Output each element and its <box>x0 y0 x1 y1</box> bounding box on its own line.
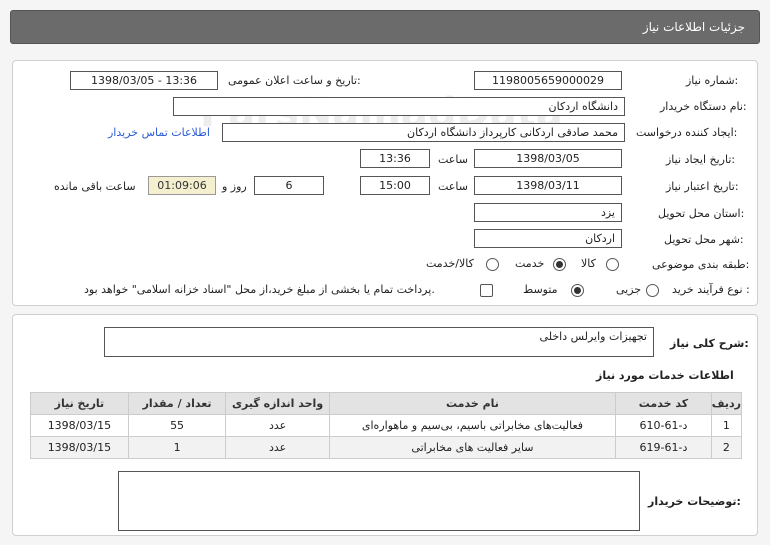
cell-row: 2 <box>710 436 743 459</box>
col-unit: واحد اندازه گیری <box>225 392 330 415</box>
province-field: یزد <box>474 203 622 222</box>
buyer-org-label: نام دستگاه خریدار: <box>660 100 747 113</box>
category-label: طبقه بندی موضوعی: <box>652 258 750 271</box>
category-goods-service-label: کالا/خدمت <box>426 257 474 270</box>
page-title: جزئیات اطلاعات نیاز <box>642 20 745 34</box>
created-date-label: تاریخ ایجاد نیاز: <box>666 153 736 166</box>
days-field: 6 <box>254 176 324 195</box>
summary-label: شرح کلی نیاز: <box>670 337 749 350</box>
process-partial-label: جزیی <box>616 283 642 296</box>
cell-quantity: 1 <box>127 436 227 459</box>
city-field: اردکان <box>474 229 622 248</box>
cell-service-name: فعالیت‌های مخابراتی باسیم، بی‌سیم و ماهو… <box>328 414 617 437</box>
validity-date-label: تاریخ اعتبار نیاز: <box>666 180 739 193</box>
remaining-time-field: 01:09:06 <box>148 176 216 195</box>
cell-need-date: 1398/03/15 <box>30 414 129 437</box>
days-label: روز و <box>222 180 247 193</box>
validity-hour-label: ساعت <box>438 180 468 193</box>
col-quantity: تعداد / مقدار <box>127 392 227 415</box>
process-medium-radio[interactable] <box>571 284 584 297</box>
validity-time-field: 15:00 <box>360 176 430 195</box>
category-service-radio[interactable] <box>553 258 566 271</box>
treasury-payment-checkbox[interactable] <box>480 284 493 297</box>
treasury-payment-note: پرداخت تمام یا بخشی از مبلغ خرید،از محل … <box>84 283 435 296</box>
cell-service-code: د-61-619 <box>615 436 712 459</box>
cell-unit: عدد <box>225 436 330 459</box>
remaining-label: ساعت باقی مانده <box>54 180 136 193</box>
created-hour-label: ساعت <box>438 153 468 166</box>
requester-label: ایجاد کننده درخواست: <box>636 126 738 139</box>
buyer-contact-link[interactable]: اطلاعات تماس خریدار <box>108 126 210 139</box>
col-row: ردیف <box>710 392 743 415</box>
city-label: شهر محل تحویل: <box>664 233 744 246</box>
category-goods-service-radio[interactable] <box>486 258 499 271</box>
page-header: جزئیات اطلاعات نیاز <box>10 10 760 44</box>
services-table: ردیف کد خدمت نام خدمت واحد اندازه گیری ت… <box>30 392 743 459</box>
process-partial-radio[interactable] <box>646 284 659 297</box>
category-goods-radio[interactable] <box>606 258 619 271</box>
created-time-field: 13:36 <box>360 149 430 168</box>
cell-quantity: 55 <box>127 414 227 437</box>
process-medium-label: متوسط <box>523 283 558 296</box>
cell-need-date: 1398/03/15 <box>30 436 129 459</box>
summary-field: تجهیزات وایرلس داخلی <box>104 327 654 357</box>
col-service-name: نام خدمت <box>328 392 617 415</box>
category-goods-label: کالا <box>581 257 596 270</box>
cell-unit: عدد <box>225 414 330 437</box>
created-date-field: 1398/03/05 <box>474 149 622 168</box>
process-label: نوع فرآیند خرید : <box>672 283 750 296</box>
announce-label: تاریخ و ساعت اعلان عمومی: <box>228 74 361 87</box>
table-header-row: ردیف کد خدمت نام خدمت واحد اندازه گیری ت… <box>30 392 743 415</box>
col-need-date: تاریخ نیاز <box>30 392 129 415</box>
cell-row: 1 <box>710 414 743 437</box>
buyer-notes-field <box>118 471 640 531</box>
province-label: استان محل تحویل: <box>658 207 745 220</box>
announce-field: 1398/03/05 - 13:36 <box>70 71 218 90</box>
requester-field: محمد صادقی اردکانی کارپرداز دانشگاه اردک… <box>222 123 625 142</box>
table-row: 2 د-61-619 سایر فعالیت های مخابراتی عدد … <box>30 436 743 459</box>
cell-service-name: سایر فعالیت های مخابراتی <box>328 436 617 459</box>
need-number-label: شماره نیاز: <box>686 74 739 87</box>
cell-service-code: د-61-610 <box>615 414 712 437</box>
buyer-org-field: دانشگاه اردکان <box>173 97 625 116</box>
need-number-field: 1198005659000029 <box>474 71 622 90</box>
services-title: اطلاعات خدمات مورد نیاز <box>596 369 734 382</box>
validity-date-field: 1398/03/11 <box>474 176 622 195</box>
buyer-notes-label: توضیحات خریدار: <box>648 495 741 508</box>
col-service-code: کد خدمت <box>615 392 712 415</box>
category-service-label: خدمت <box>515 257 545 270</box>
table-row: 1 د-61-610 فعالیت‌های مخابراتی باسیم، بی… <box>30 414 743 437</box>
